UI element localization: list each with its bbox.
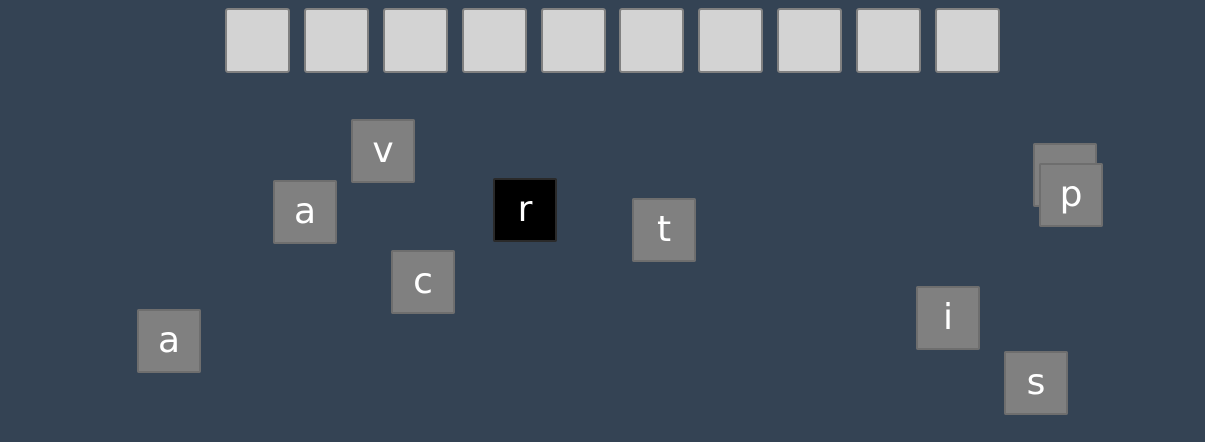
answer-slot-4[interactable]: [462, 8, 527, 73]
letter-tile-c[interactable]: c: [391, 250, 455, 314]
letter-tile-i[interactable]: i: [916, 286, 980, 350]
letter-tile-s[interactable]: s: [1004, 351, 1068, 415]
answer-slot-9[interactable]: [856, 8, 921, 73]
letter-tile-a[interactable]: a: [137, 309, 201, 373]
letter-tile-t[interactable]: t: [632, 198, 696, 262]
answer-slot-1[interactable]: [225, 8, 290, 73]
answer-slot-3[interactable]: [383, 8, 448, 73]
answer-slot-2[interactable]: [304, 8, 369, 73]
answer-slot-10[interactable]: [935, 8, 1000, 73]
letter-tile-v[interactable]: v: [351, 119, 415, 183]
letter-tile-a[interactable]: a: [273, 180, 337, 244]
answer-slot-7[interactable]: [698, 8, 763, 73]
answer-slot-8[interactable]: [777, 8, 842, 73]
answer-slot-5[interactable]: [541, 8, 606, 73]
letter-tile-p[interactable]: p: [1039, 163, 1103, 227]
answer-slot-6[interactable]: [619, 8, 684, 73]
game-board: p v a r t c i a s: [0, 0, 1205, 442]
letter-tile-r-selected[interactable]: r: [493, 178, 557, 242]
